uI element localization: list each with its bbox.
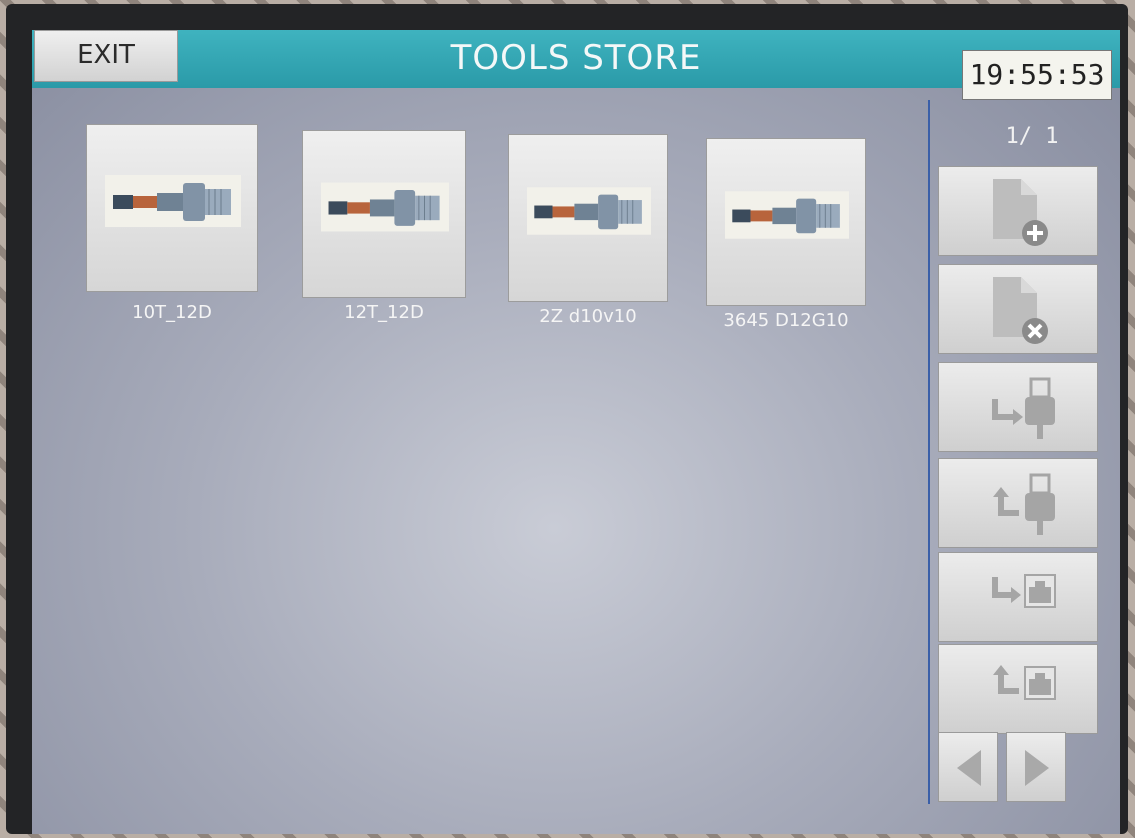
network-export-icon <box>993 665 1056 700</box>
tool-holder-icon <box>527 187 651 235</box>
network-import-icon <box>992 574 1056 608</box>
file-delete-icon <box>993 277 1048 344</box>
tool-label: 10T_12D <box>132 302 212 323</box>
tool-label: 2Z d10v10 <box>539 306 637 327</box>
import-network-button[interactable] <box>938 552 1098 642</box>
usb-import-icon <box>992 377 1055 439</box>
delete-file-button[interactable] <box>938 264 1098 354</box>
tool-holder-icon <box>105 175 241 227</box>
arrow-right-icon <box>1025 750 1049 786</box>
tool-holder-icon <box>321 182 449 232</box>
tool-tile[interactable] <box>706 138 866 306</box>
screen: EXIT TOOLS STORE 19:55:53 1/ 1 10T_12D 1… <box>32 30 1120 834</box>
usb-export-icon <box>993 473 1055 535</box>
export-usb-button[interactable] <box>938 458 1098 548</box>
import-usb-button[interactable] <box>938 362 1098 452</box>
tool-label: 3645 D12G10 <box>723 310 849 331</box>
tool-tile[interactable] <box>508 134 668 302</box>
tool-tile[interactable] <box>86 124 258 292</box>
file-add-icon <box>993 179 1048 246</box>
page-title: TOOLS STORE <box>450 38 702 78</box>
tool-tile[interactable] <box>302 130 466 298</box>
next-page-button[interactable] <box>1006 732 1066 802</box>
prev-page-button[interactable] <box>938 732 998 802</box>
clock-display: 19:55:53 <box>962 50 1112 100</box>
title-bar: EXIT TOOLS STORE <box>32 30 1120 88</box>
tool-holder-icon <box>725 191 849 239</box>
arrow-left-icon <box>957 750 981 786</box>
tool-label: 12T_12D <box>344 302 424 323</box>
page-indicator: 1/ 1 <box>1005 124 1059 149</box>
export-network-button[interactable] <box>938 644 1098 734</box>
screen-bezel: EXIT TOOLS STORE 19:55:53 1/ 1 10T_12D 1… <box>6 4 1128 834</box>
sidebar-divider <box>928 100 930 804</box>
add-file-button[interactable] <box>938 166 1098 256</box>
